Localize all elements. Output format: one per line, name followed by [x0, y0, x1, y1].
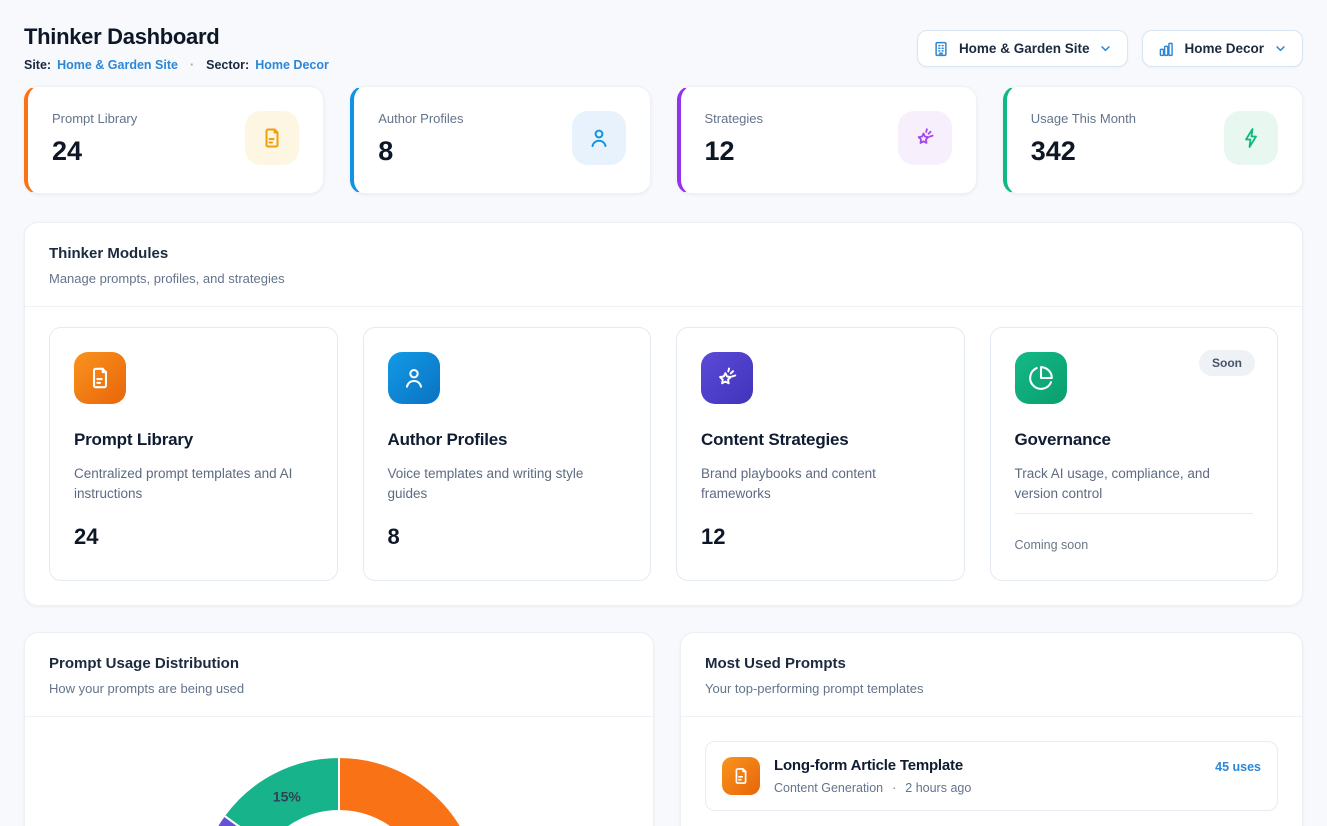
- site-selector-label: Home & Garden Site: [959, 41, 1090, 56]
- stat-card-prompt-library: Prompt Library 24: [24, 86, 324, 194]
- stat-text: Strategies 12: [705, 111, 764, 169]
- prompt-item-texts: Long-form Article Template Content Gener…: [774, 757, 971, 795]
- page-title: Thinker Dashboard: [24, 24, 329, 50]
- usage-card-subtitle: How your prompts are being used: [49, 681, 629, 696]
- module-card-author-profiles[interactable]: Author Profiles Voice templates and writ…: [363, 327, 652, 581]
- stat-card-author-profiles: Author Profiles 8: [350, 86, 650, 194]
- bottom-row: Prompt Usage Distribution How your promp…: [24, 632, 1303, 826]
- prompt-item-uses: 45 uses: [1215, 757, 1261, 774]
- dashboard-page: Thinker Dashboard Site: Home & Garden Si…: [0, 0, 1327, 826]
- usage-card-header: Prompt Usage Distribution How your promp…: [25, 633, 653, 716]
- document-icon: [245, 111, 299, 165]
- module-title: Content Strategies: [701, 430, 940, 450]
- stat-text: Usage This Month 342: [1031, 111, 1136, 169]
- site-selector-dropdown[interactable]: Home & Garden Site: [917, 30, 1129, 67]
- stat-value: 24: [52, 136, 137, 167]
- modules-title: Thinker Modules: [49, 245, 1278, 262]
- stat-label: Usage This Month: [1031, 111, 1136, 126]
- module-card-governance[interactable]: Soon Governance Track AI usage, complian…: [990, 327, 1279, 581]
- prompt-list: Long-form Article Template Content Gener…: [681, 717, 1302, 826]
- header-selectors: Home & Garden Site Home Decor: [917, 24, 1303, 67]
- prompt-item-meta: Content Generation · 2 hours ago: [774, 781, 971, 795]
- module-title: Prompt Library: [74, 430, 313, 450]
- sector-selector-label: Home Decor: [1184, 41, 1264, 56]
- prompt-usage-distribution-card: Prompt Usage Distribution How your promp…: [24, 632, 654, 826]
- stat-label: Prompt Library: [52, 111, 137, 126]
- stat-card-strategies: Strategies 12: [677, 86, 977, 194]
- lightning-icon: [1224, 111, 1278, 165]
- pie-chart-icon: [1015, 352, 1067, 404]
- stat-value: 8: [378, 136, 463, 167]
- header-left: Thinker Dashboard Site: Home & Garden Si…: [24, 24, 329, 72]
- user-icon: [572, 111, 626, 165]
- stat-text: Author Profiles 8: [378, 111, 463, 169]
- modules-subtitle: Manage prompts, profiles, and strategies: [49, 271, 1278, 286]
- prompt-item-category: Content Generation: [774, 781, 883, 795]
- module-description: Centralized prompt templates and AI inst…: [74, 464, 313, 505]
- module-description: Voice templates and writing style guides: [388, 464, 627, 505]
- breadcrumb: Site: Home & Garden Site · Sector: Home …: [24, 58, 329, 72]
- coming-soon-text: Coming soon: [1015, 538, 1089, 552]
- chevron-down-icon: [1098, 41, 1113, 56]
- prompt-item-title: Long-form Article Template: [774, 757, 971, 774]
- prompts-card-subtitle: Your top-performing prompt templates: [705, 681, 1278, 696]
- prompt-item-time: 2 hours ago: [905, 781, 971, 795]
- module-count: 12: [701, 524, 725, 550]
- divider: [1015, 513, 1254, 514]
- sparkle-star-icon: [898, 111, 952, 165]
- chevron-down-icon: [1273, 41, 1288, 56]
- module-description: Track AI usage, compliance, and version …: [1015, 464, 1254, 505]
- stat-label: Author Profiles: [378, 111, 463, 126]
- stats-row: Prompt Library 24 Author Profiles 8 Stra…: [24, 86, 1303, 194]
- module-count: 24: [74, 524, 98, 550]
- stat-value: 342: [1031, 136, 1136, 167]
- site-link[interactable]: Home & Garden Site: [57, 58, 178, 72]
- donut-chart-area: 15%: [25, 717, 653, 826]
- sector-selector-dropdown[interactable]: Home Decor: [1142, 30, 1303, 67]
- stat-card-usage: Usage This Month 342: [1003, 86, 1303, 194]
- stat-value: 12: [705, 136, 764, 167]
- header: Thinker Dashboard Site: Home & Garden Si…: [24, 24, 1303, 72]
- module-card-content-strategies[interactable]: Content Strategies Brand playbooks and c…: [676, 327, 965, 581]
- module-card-prompt-library[interactable]: Prompt Library Centralized prompt templa…: [49, 327, 338, 581]
- prompts-card-title: Most Used Prompts: [705, 655, 1278, 672]
- bar-chart-icon: [1157, 40, 1175, 58]
- most-used-prompts-card: Most Used Prompts Your top-performing pr…: [680, 632, 1303, 826]
- module-title: Governance: [1015, 430, 1254, 450]
- donut-segment[interactable]: [339, 757, 481, 826]
- stat-label: Strategies: [705, 111, 764, 126]
- sparkle-star-icon: [701, 352, 753, 404]
- dot-separator: ·: [190, 58, 194, 72]
- modules-grid: Prompt Library Centralized prompt templa…: [25, 307, 1302, 605]
- module-count: 8: [388, 524, 400, 550]
- module-description: Brand playbooks and content frameworks: [701, 464, 940, 505]
- module-title: Author Profiles: [388, 430, 627, 450]
- building-icon: [932, 40, 950, 58]
- list-item-prompt[interactable]: Long-form Article Template Content Gener…: [705, 741, 1278, 811]
- dot-separator: ·: [892, 781, 896, 795]
- thinker-modules-section: Thinker Modules Manage prompts, profiles…: [24, 222, 1303, 606]
- site-label: Site:: [24, 58, 51, 72]
- sector-link[interactable]: Home Decor: [255, 58, 329, 72]
- prompts-card-header: Most Used Prompts Your top-performing pr…: [681, 633, 1302, 716]
- stat-text: Prompt Library 24: [52, 111, 137, 169]
- usage-card-title: Prompt Usage Distribution: [49, 655, 629, 672]
- document-icon: [722, 757, 760, 795]
- modules-header: Thinker Modules Manage prompts, profiles…: [25, 223, 1302, 306]
- document-icon: [74, 352, 126, 404]
- user-icon: [388, 352, 440, 404]
- sector-label: Sector:: [206, 58, 249, 72]
- donut-segment-label: 15%: [273, 788, 302, 804]
- soon-badge: Soon: [1199, 350, 1255, 376]
- usage-donut-chart: 15%: [194, 754, 484, 826]
